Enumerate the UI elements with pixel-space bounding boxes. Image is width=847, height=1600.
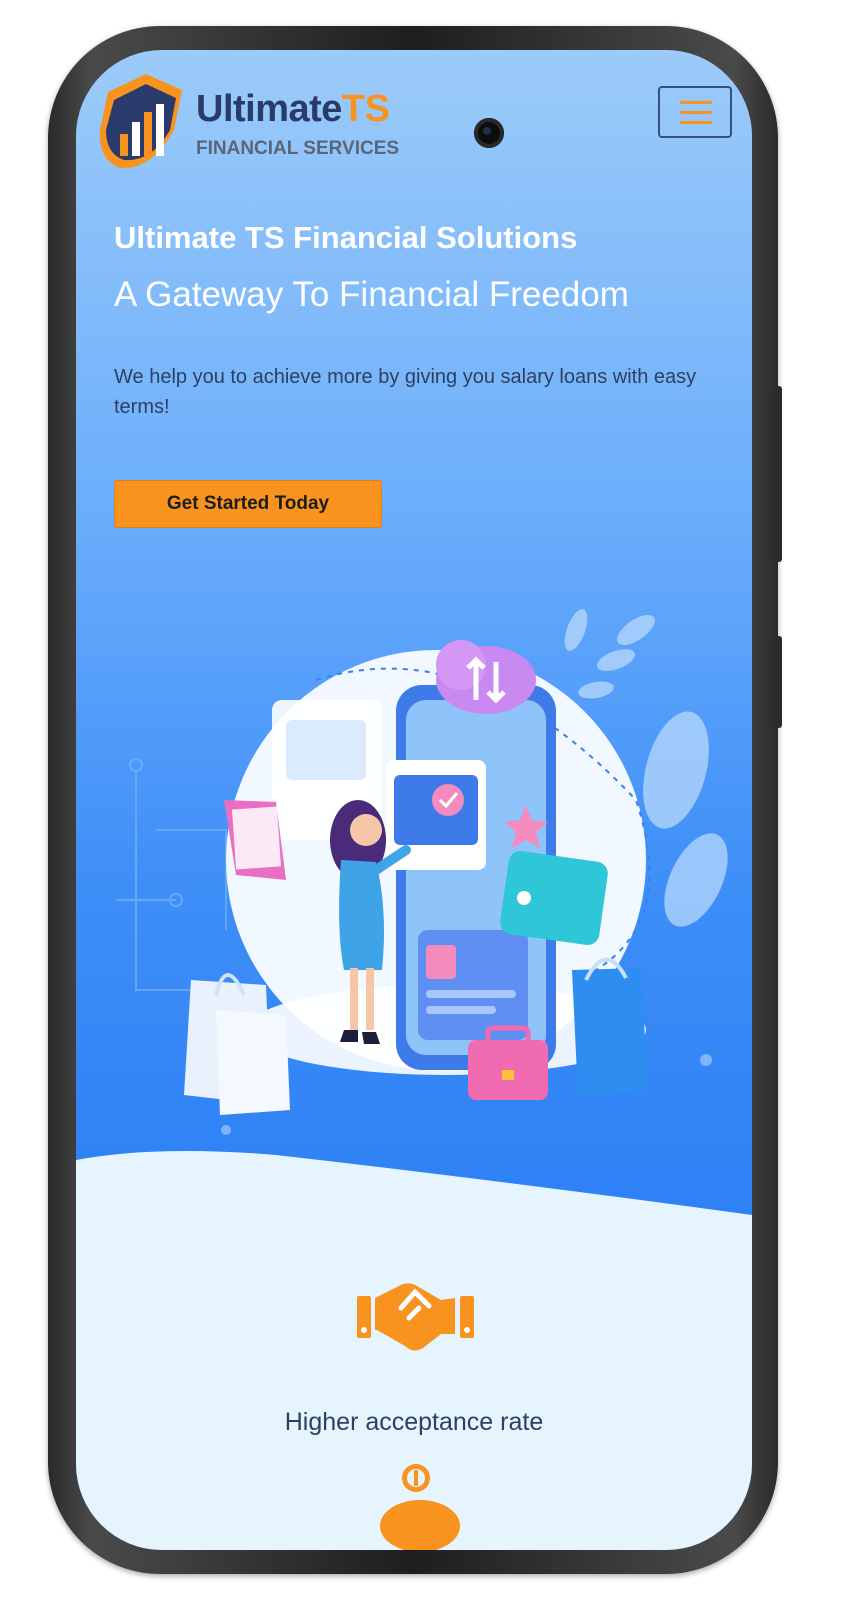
phone-screen: UltimateTS FINANCIAL SERVICES Ultimate T…	[76, 50, 752, 1550]
hero-title: Ultimate TS Financial Solutions	[114, 220, 578, 255]
logo-icon	[99, 74, 182, 169]
hamburger-menu-icon-bar	[680, 121, 712, 124]
hamburger-menu-icon	[680, 101, 712, 104]
brand-name-accent: TS	[341, 88, 390, 130]
get-started-button[interactable]: Get Started Today	[114, 480, 382, 528]
hamburger-menu-icon-bar	[680, 111, 712, 114]
front-camera	[474, 118, 504, 148]
hero-subtitle: A Gateway To Financial Freedom	[114, 275, 629, 314]
feature-label-acceptance: Higher acceptance rate	[284, 1408, 544, 1436]
brand-name: UltimateTS	[196, 88, 390, 131]
piggy-bank-icon	[380, 1464, 460, 1550]
handshake-icon	[357, 1283, 474, 1351]
hamburger-menu-button[interactable]	[658, 86, 732, 138]
hero-description: We help you to achieve more by giving yo…	[114, 366, 697, 418]
hero-illustration	[116, 609, 728, 1135]
brand-tagline: FINANCIAL SERVICES	[196, 138, 400, 159]
phone-power-button	[774, 636, 782, 728]
phone-volume-button	[774, 386, 782, 562]
brand-name-main: Ultimate	[196, 88, 342, 130]
